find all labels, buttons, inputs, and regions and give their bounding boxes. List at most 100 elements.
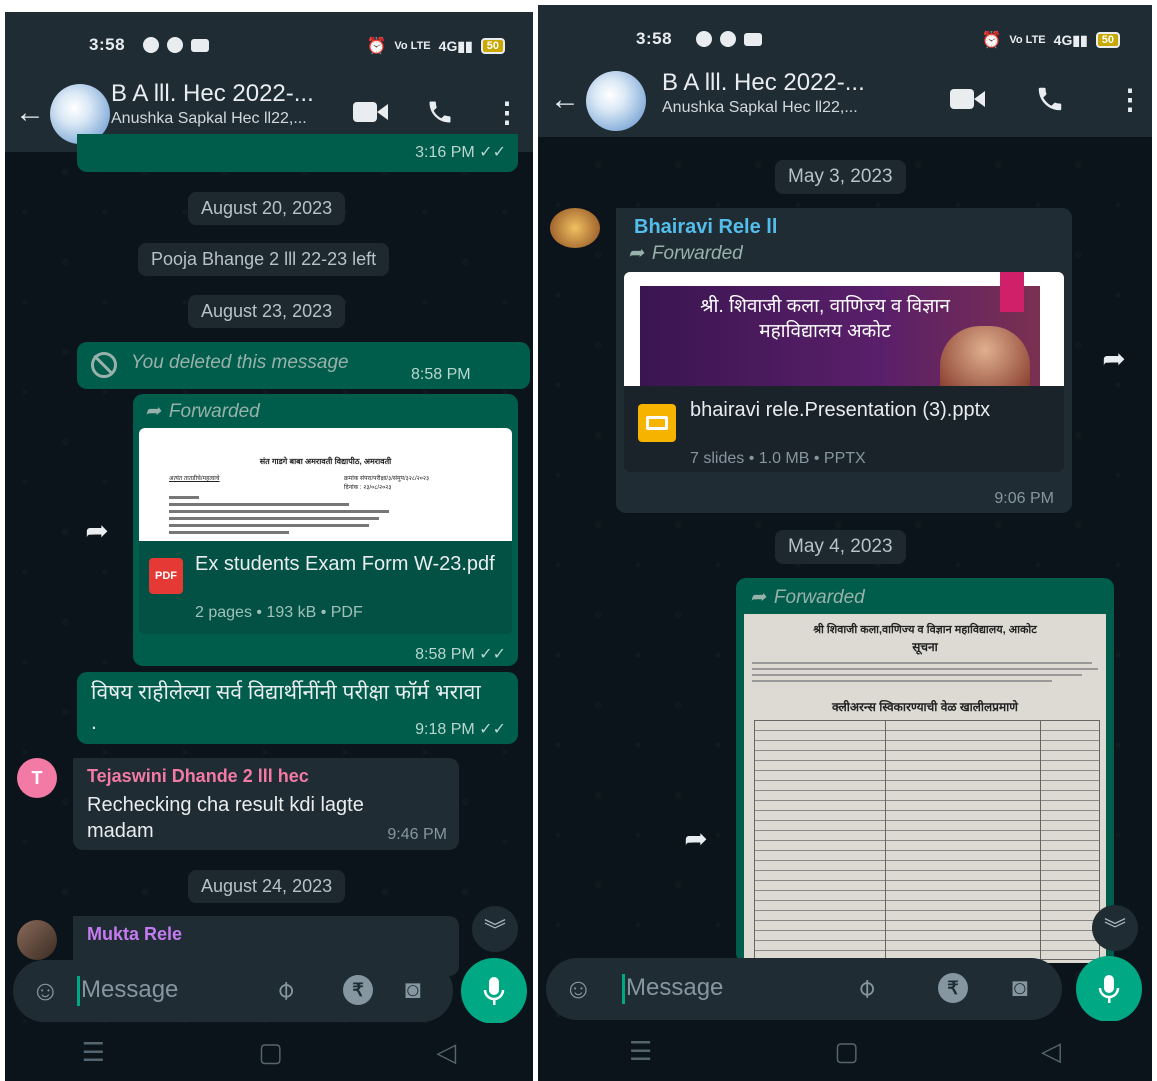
date-chip: August 20, 2023 — [188, 192, 346, 225]
app-notification-icon — [167, 37, 183, 53]
message-composer[interactable]: ☺ Message ⌀ ₹ ◙ — [13, 960, 453, 1022]
notice-photo[interactable]: श्री शिवाजी कला,वाणिज्य व विज्ञान महाविद… — [744, 614, 1106, 963]
slide-photo — [940, 326, 1030, 386]
slide-title: श्री. शिवाजी कला, वाणिज्य व विज्ञान महाव… — [700, 296, 950, 342]
pdf-file-icon: PDF — [149, 558, 183, 594]
file-info: 7 slides • 1.0 MB • PPTX — [690, 450, 866, 467]
message-bubble[interactable]: 3:16 PM ✓✓ — [77, 134, 518, 172]
recents-nav-icon[interactable]: ☰ — [629, 1036, 652, 1067]
emoji-icon[interactable]: ☺ — [564, 973, 593, 1005]
forward-arrow-icon: ➦ — [628, 243, 644, 264]
signal-icon: 4G▮▮ — [1053, 31, 1088, 48]
microphone-button[interactable] — [1076, 956, 1142, 1022]
volte-icon: Vo LTE — [394, 40, 431, 52]
chat-header: ← B A lll. Hec 2022-... Anushka Sapkal H… — [538, 65, 1152, 137]
share-forward-icon[interactable]: ➦ — [77, 510, 117, 550]
incoming-document-bubble[interactable]: Bhairavi Rele ll ➦ Forwarded श्री. शिवाजी… — [616, 208, 1072, 513]
message-time: 3:16 PM ✓✓ — [415, 144, 506, 161]
document-card[interactable]: श्री. शिवाजी कला, वाणिज्य व विज्ञान महाव… — [624, 272, 1064, 472]
volte-icon: Vo LTE — [1009, 34, 1046, 46]
system-icons: ⏰ Vo LTE 4G▮▮ 50 — [981, 30, 1120, 50]
sender-avatar[interactable] — [17, 920, 57, 960]
deleted-message-bubble[interactable]: You deleted this message 8:58 PM — [77, 342, 530, 389]
sender-avatar[interactable] — [550, 208, 600, 248]
share-forward-icon[interactable]: ➦ — [1094, 338, 1134, 378]
message-time: 9:18 PM ✓✓ — [415, 721, 506, 738]
date-chip: August 23, 2023 — [188, 295, 346, 328]
sender-avatar[interactable]: T — [17, 758, 57, 798]
forward-arrow-icon: ➦ — [750, 587, 766, 608]
payment-icon[interactable]: ₹ — [343, 975, 373, 1005]
back-arrow-icon[interactable]: ← — [15, 96, 45, 130]
voice-call-icon[interactable] — [425, 96, 455, 128]
message-time: 8:58 PM ✓✓ — [415, 646, 506, 663]
photo-subheading: क्लीअरन्स स्विकारण्याची वेळ खालीलप्रमाणे — [832, 700, 1018, 714]
forwarded-label: ➦ Forwarded — [750, 586, 865, 609]
message-input[interactable]: Message — [626, 974, 723, 1002]
group-avatar[interactable] — [586, 71, 646, 131]
forwarded-image-bubble[interactable]: ➦ Forwarded श्री शिवाजी कला,वाणिज्य व विज… — [736, 578, 1114, 963]
back-nav-icon[interactable]: ◁ — [1041, 1036, 1061, 1067]
payment-icon[interactable]: ₹ — [938, 973, 968, 1003]
date-chip: May 4, 2023 — [775, 530, 906, 564]
presentation-preview: श्री. शिवाजी कला, वाणिज्य व विज्ञान महाव… — [624, 272, 1064, 386]
document-card[interactable]: संत गाडगे बाबा अमरावती विद्यापीठ, अमरावत… — [139, 428, 512, 634]
file-name: Ex students Exam Form W-23.pdf — [195, 553, 495, 575]
sender-name: Tejaswini Dhande 2 lll hec — [87, 766, 309, 786]
date-chip: May 3, 2023 — [775, 160, 906, 194]
more-options-icon[interactable]: ⋮ — [493, 96, 521, 129]
status-time: 3:58 — [636, 29, 673, 48]
youtube-icon — [744, 32, 762, 46]
share-forward-icon[interactable]: ➦ — [676, 818, 716, 858]
incoming-message-bubble[interactable]: Tejaswini Dhande 2 lll hec Rechecking ch… — [73, 758, 459, 850]
back-arrow-icon[interactable]: ← — [550, 83, 580, 117]
slide-thumbnail: श्री. शिवाजी कला, वाणिज्य व विज्ञान महाव… — [640, 272, 1040, 386]
home-nav-icon[interactable]: ▢ — [834, 1036, 859, 1067]
message-time: 9:46 PM — [387, 826, 447, 843]
scroll-down-button[interactable]: ︾ — [472, 906, 518, 952]
doc-ref-right: क्रमांक संपरा/परीक्षा/३/संमुप/३२८/२०२३ — [344, 476, 430, 482]
more-options-icon[interactable]: ⋮ — [1116, 83, 1144, 116]
group-info[interactable]: B A lll. Hec 2022-... Anushka Sapkal Hec… — [111, 80, 314, 128]
file-name: bhairavi rele.Presentation (3).pptx — [690, 399, 991, 421]
scroll-down-button[interactable]: ︾ — [1092, 905, 1138, 951]
signal-icon: 4G▮▮ — [438, 37, 473, 54]
home-nav-icon[interactable]: ▢ — [258, 1037, 283, 1068]
system-nav-bar: ☰ ▢ ◁ — [5, 1023, 533, 1081]
slide-accent — [1000, 272, 1024, 312]
emoji-icon[interactable]: ☺ — [31, 975, 60, 1007]
text-cursor — [77, 976, 80, 1006]
notification-icons — [696, 31, 762, 47]
group-members: Anushka Sapkal Hec ll22,... — [111, 110, 307, 127]
attach-icon[interactable]: ⌀ — [849, 971, 882, 1004]
photo-heading: श्री शिवाजी कला,वाणिज्य व विज्ञान महाविद… — [813, 624, 1037, 636]
status-bar: 3:58 ⏰ Vo LTE 4G▮▮ 50 — [538, 5, 1152, 65]
message-input[interactable]: Message — [81, 976, 178, 1004]
doc-ref-left: अत्यंत तातडीचे/महत्वाचे — [169, 476, 220, 482]
status-bar: 3:58 ⏰ Vo LTE 4G▮▮ 50 — [5, 12, 533, 72]
date-chip: August 24, 2023 — [188, 870, 346, 903]
video-call-icon[interactable] — [353, 98, 389, 126]
deleted-message-text: You deleted this message — [131, 352, 349, 373]
camera-icon[interactable]: ◙ — [405, 974, 421, 1005]
battery-icon: 50 — [480, 38, 505, 54]
message-composer[interactable]: ☺ Message ⌀ ₹ ◙ — [546, 958, 1062, 1020]
blocked-icon — [91, 352, 117, 378]
group-info[interactable]: B A lll. Hec 2022-... Anushka Sapkal Hec… — [662, 69, 865, 117]
battery-icon: 50 — [1095, 32, 1120, 48]
recents-nav-icon[interactable]: ☰ — [82, 1037, 105, 1068]
attach-icon[interactable]: ⌀ — [268, 973, 301, 1006]
microphone-button[interactable] — [461, 958, 527, 1024]
sender-name: Mukta Rele — [87, 924, 183, 944]
message-bubble[interactable]: विषय राहीलेल्या सर्व विद्यार्थीनींनी परी… — [77, 672, 518, 744]
camera-icon[interactable]: ◙ — [1012, 972, 1028, 1003]
voice-call-icon[interactable] — [1034, 83, 1066, 115]
pinterest-icon — [696, 31, 712, 47]
group-members: Anushka Sapkal Hec ll22,... — [662, 99, 858, 116]
document-preview: संत गाडगे बाबा अमरावती विद्यापीठ, अमरावत… — [139, 428, 512, 541]
forwarded-document-bubble[interactable]: ➦ Forwarded संत गाडगे बाबा अमरावती विद्या… — [133, 394, 518, 666]
photo-notice: सूचना — [912, 640, 938, 654]
video-call-icon[interactable] — [948, 85, 988, 113]
file-info: 2 pages • 193 kB • PDF — [195, 604, 363, 621]
back-nav-icon[interactable]: ◁ — [436, 1037, 456, 1068]
